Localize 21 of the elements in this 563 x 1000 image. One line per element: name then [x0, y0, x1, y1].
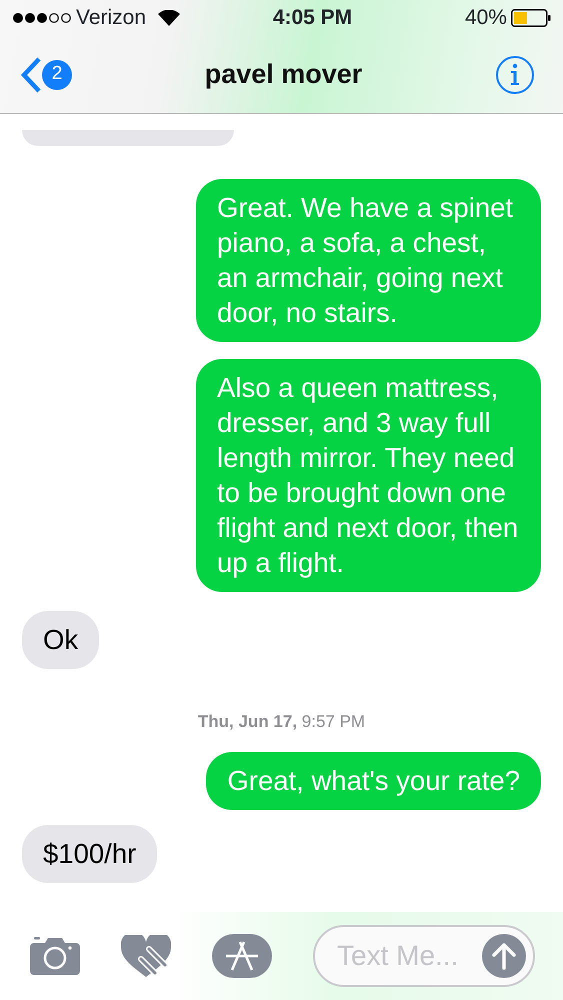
camera-icon[interactable] [30, 937, 80, 975]
app-store-icon[interactable] [212, 934, 272, 978]
message-bubble: Great, what's your rate? [206, 752, 541, 810]
arrow-up-icon [491, 942, 517, 970]
message-bubble: Ok [22, 611, 100, 669]
message-bubble: Great. We have a spinet piano, a sofa, a chest, an armchair, going next door, no stairs. [196, 179, 541, 342]
unread-count: 2 [42, 60, 72, 90]
contact-name: pavel mover [204, 58, 362, 92]
signal-icon [12, 12, 72, 24]
heart-icon[interactable] [121, 935, 171, 977]
message-bubble: $100/hr [22, 824, 158, 882]
battery-icon [510, 9, 551, 27]
back-button[interactable]: 2 [20, 56, 72, 92]
chevron-left-icon [20, 56, 42, 92]
info-button[interactable] [495, 54, 535, 94]
wifi-icon [158, 10, 180, 26]
status-time: 4:05 PM [272, 5, 352, 32]
timestamp: Thu, Jun 17, 9:57 PM [198, 711, 366, 733]
carrier-name: Verizon [76, 5, 146, 32]
battery-percent: 40% [464, 5, 507, 32]
message-bubble: Also a queen mattress, dresser, and 3 way full length mirror. They need to be brought down one flight and next door, then up a flight. [196, 359, 541, 592]
